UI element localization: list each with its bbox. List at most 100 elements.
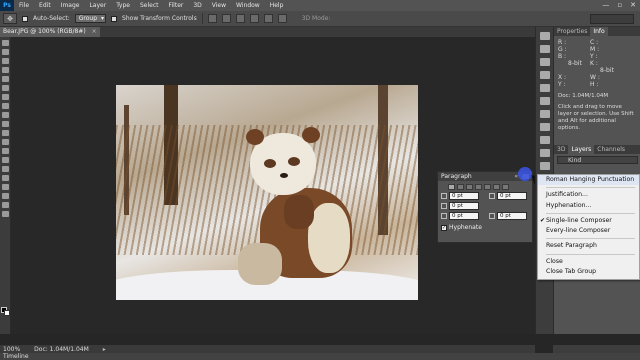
tab-properties[interactable]: Properties — [554, 27, 590, 36]
panda-head — [246, 127, 320, 195]
zoom-tool-icon[interactable] — [2, 211, 9, 217]
move-tool-preset-icon[interactable]: ✥ — [3, 13, 17, 24]
document-tab[interactable]: Bear.JPG @ 100% (RGB/8#) × — [0, 27, 100, 37]
menu-item-close-tab-group[interactable]: Close Tab Group — [538, 267, 639, 277]
align-center-icon[interactable] — [263, 14, 273, 23]
move-tool-icon[interactable] — [2, 40, 9, 46]
background-color-swatch[interactable] — [4, 310, 10, 316]
layer-filter-kind[interactable]: Kind — [557, 156, 638, 164]
shape-tool-icon[interactable] — [2, 193, 9, 199]
align-center-text-icon[interactable] — [457, 184, 464, 190]
marquee-tool-icon[interactable] — [2, 49, 9, 55]
color-panel-icon[interactable] — [539, 45, 550, 53]
close-icon[interactable]: ✕ — [630, 1, 636, 9]
tab-layers[interactable]: Layers — [568, 145, 595, 154]
align-middle-icon[interactable] — [221, 14, 231, 23]
menu-divider — [546, 187, 635, 189]
menu-image[interactable]: Image — [56, 2, 85, 9]
align-bottom-icon[interactable] — [235, 14, 245, 23]
gradient-tool-icon[interactable] — [2, 139, 9, 145]
zoom-level[interactable]: 100% — [3, 346, 20, 353]
indent-row: 0 pt 0 pt — [441, 192, 532, 200]
history-panel-icon[interactable] — [539, 32, 550, 40]
close-tab-icon[interactable]: × — [92, 27, 97, 37]
menu-item-reset-paragraph[interactable]: Reset Paragraph — [538, 241, 639, 251]
clone-stamp-tool-icon[interactable] — [2, 112, 9, 118]
tab-info[interactable]: Info — [590, 27, 608, 36]
adjustments-panel-icon[interactable] — [539, 71, 550, 79]
menu-select[interactable]: Select — [135, 2, 164, 9]
styles-panel-icon[interactable] — [539, 84, 550, 92]
timeline-panel-tab[interactable]: Timeline — [0, 353, 640, 360]
menu-layer[interactable]: Layer — [84, 2, 111, 9]
menu-item-hyphenation[interactable]: Hyphenation... — [538, 201, 639, 211]
path-select-tool-icon[interactable] — [2, 184, 9, 190]
lasso-tool-icon[interactable] — [2, 58, 9, 64]
healing-brush-tool-icon[interactable] — [2, 94, 9, 100]
menu-item-single-line-composer[interactable]: ✔ Single-line Composer — [538, 216, 639, 226]
show-transform-checkbox[interactable] — [111, 15, 118, 22]
align-right-text-icon[interactable] — [466, 184, 473, 190]
menu-window[interactable]: Window — [231, 2, 265, 9]
justify-last-right-icon[interactable] — [493, 184, 500, 190]
menu-filter[interactable]: Filter — [164, 2, 189, 9]
eraser-tool-icon[interactable] — [2, 130, 9, 136]
info-x-label: X : — [558, 74, 567, 81]
blur-tool-icon[interactable] — [2, 148, 9, 154]
dodge-tool-icon[interactable] — [2, 157, 9, 163]
minimize-icon[interactable]: — — [602, 1, 609, 9]
indent-left-icon — [441, 193, 447, 199]
actions-panel-icon[interactable] — [539, 123, 550, 131]
tool-presets-panel-icon[interactable] — [539, 162, 550, 170]
info-r-label: R : — [558, 39, 567, 46]
menu-file[interactable]: File — [14, 2, 34, 9]
indent-left-field[interactable]: 0 pt — [449, 192, 479, 200]
align-right-icon[interactable] — [277, 14, 287, 23]
menu-type[interactable]: Type — [111, 2, 135, 9]
align-left-icon[interactable] — [249, 14, 259, 23]
character-panel-icon[interactable] — [539, 136, 550, 144]
brush-tool-icon[interactable] — [2, 103, 9, 109]
menu-help[interactable]: Help — [265, 2, 289, 9]
hand-tool-icon[interactable] — [2, 202, 9, 208]
menu-3d[interactable]: 3D — [188, 2, 206, 9]
maximize-icon[interactable]: ▫ — [617, 1, 622, 9]
tab-3d[interactable]: 3D — [554, 145, 568, 154]
history-brush-tool-icon[interactable] — [2, 121, 9, 127]
justify-last-center-icon[interactable] — [484, 184, 491, 190]
crop-tool-icon[interactable] — [2, 76, 9, 82]
type-tool-icon[interactable] — [2, 175, 9, 181]
menu-edit[interactable]: Edit — [34, 2, 56, 9]
tab-channels[interactable]: Channels — [594, 145, 628, 154]
quick-select-tool-icon[interactable] — [2, 67, 9, 73]
space-after-field[interactable]: 0 pt — [497, 212, 527, 220]
first-line-indent-field[interactable]: 0 pt — [449, 202, 479, 210]
space-before-field[interactable]: 0 pt — [449, 212, 479, 220]
align-left-text-icon[interactable] — [448, 184, 455, 190]
eyedropper-tool-icon[interactable] — [2, 85, 9, 91]
auto-select-checkbox[interactable] — [22, 15, 28, 22]
info-b-label: B : — [558, 53, 567, 60]
pen-tool-icon[interactable] — [2, 166, 9, 172]
menu-item-close[interactable]: Close — [538, 257, 639, 267]
menu-check — [540, 226, 545, 232]
justify-all-icon[interactable] — [502, 184, 509, 190]
justify-last-left-icon[interactable] — [475, 184, 482, 190]
menu-item-label: Reset Paragraph — [546, 242, 597, 250]
document-image-panda[interactable] — [116, 85, 418, 300]
workspace-switcher[interactable] — [590, 14, 634, 24]
menu-item-every-line-composer[interactable]: Every-line Composer — [538, 226, 639, 236]
brush-panel-icon[interactable] — [539, 97, 550, 105]
swatches-panel-icon[interactable] — [539, 58, 550, 66]
menu-item-roman-hanging-punctuation[interactable]: Roman Hanging Punctuation — [538, 175, 639, 186]
menu-view[interactable]: View — [207, 2, 231, 9]
menu-item-justification[interactable]: Justification... — [538, 190, 639, 200]
hyphenate-checkbox[interactable]: ✓ — [441, 224, 447, 231]
auto-select-dropdown[interactable]: Group — [74, 14, 107, 23]
clone-source-panel-icon[interactable] — [539, 110, 550, 118]
indent-right-field[interactable]: 0 pt — [497, 192, 527, 200]
paragraph-panel-icon[interactable] — [539, 149, 550, 157]
align-top-icon[interactable] — [207, 14, 217, 23]
status-menu-arrow-icon[interactable]: ▸ — [103, 346, 106, 353]
info-bitdepth-rgb: 8-bit — [568, 60, 582, 67]
